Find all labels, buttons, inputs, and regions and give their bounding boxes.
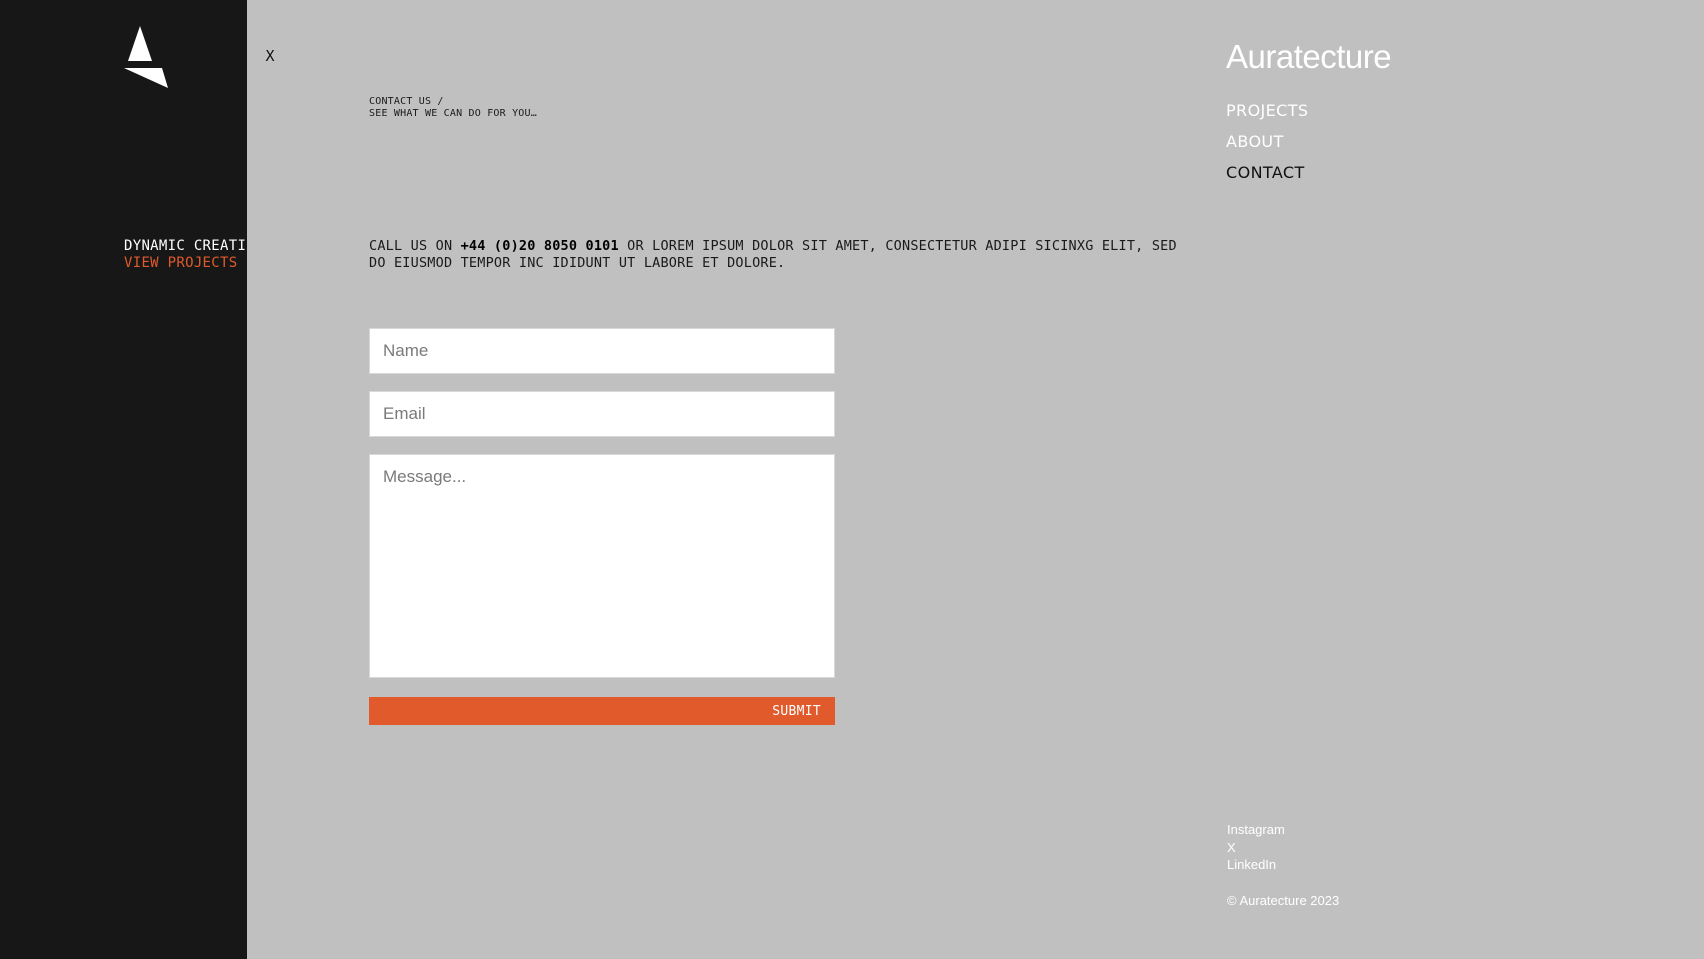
breadcrumb: CONTACT US / SEE WHAT WE CAN DO FOR YOU…	[369, 96, 537, 120]
triangle-logo-icon[interactable]	[124, 26, 168, 88]
intro-text: CALL US ON +44 (0)20 8050 0101 OR LOREM …	[369, 238, 1199, 272]
message-field[interactable]	[369, 454, 835, 678]
email-field[interactable]	[369, 391, 835, 437]
name-field[interactable]	[369, 328, 835, 374]
copyright: © Auratecture 2023	[1227, 893, 1340, 908]
intro-prefix: CALL US ON	[369, 238, 461, 254]
main-nav: PROJECTS ABOUT CONTACT	[1226, 95, 1309, 188]
x-link[interactable]: X	[1227, 839, 1285, 857]
hero-text: DYNAMIC CREATIO	[124, 238, 247, 254]
instagram-link[interactable]: Instagram	[1227, 821, 1285, 839]
breadcrumb-title: CONTACT US /	[369, 96, 444, 107]
social-links: Instagram X LinkedIn	[1227, 821, 1285, 874]
nav-item-about[interactable]: ABOUT	[1226, 126, 1309, 157]
view-projects-link[interactable]: VIEW PROJECTS	[124, 254, 237, 272]
nav-item-projects[interactable]: PROJECTS	[1226, 95, 1309, 126]
phone-number: +44 (0)20 8050 0101	[460, 238, 619, 254]
left-panel: DYNAMIC CREATIO VIEW PROJECTS	[0, 0, 247, 959]
breadcrumb-subtitle: SEE WHAT WE CAN DO FOR YOU…	[369, 108, 537, 119]
submit-button[interactable]: SUBMIT	[369, 697, 835, 725]
nav-item-contact[interactable]: CONTACT	[1226, 157, 1309, 188]
brand-logo-text[interactable]: Auratecture	[1226, 38, 1392, 76]
linkedin-link[interactable]: LinkedIn	[1227, 856, 1285, 874]
close-button[interactable]: X	[263, 46, 277, 66]
